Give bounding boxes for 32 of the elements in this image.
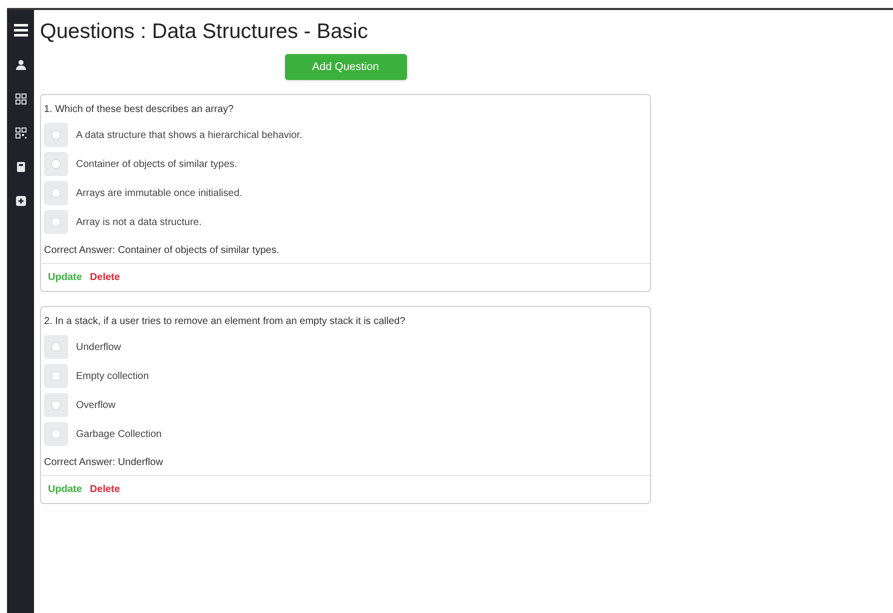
qr-code-icon[interactable] [14, 127, 26, 139]
update-link[interactable]: Update [48, 482, 82, 497]
option-label: Overflow [76, 398, 116, 412]
radio-button[interactable] [44, 364, 68, 388]
book-icon[interactable] [14, 161, 26, 173]
correct-answer: Correct Answer: Container of objects of similar types. [43, 244, 280, 258]
add-question-button[interactable]: Add Question [284, 54, 406, 80]
radio-button[interactable] [44, 181, 68, 205]
menu-icon[interactable] [14, 24, 28, 37]
update-link[interactable]: Update [48, 270, 82, 285]
radio-button[interactable] [44, 393, 68, 417]
radio-button[interactable] [44, 422, 68, 446]
question-text: 2. In a stack, if a user tries to remove an element from an empty stack it is called? [43, 315, 406, 329]
option-label: Arrays are immutable once initialised. [76, 186, 242, 200]
radio-button[interactable] [44, 210, 68, 234]
option-label: Container of objects of similar types. [76, 158, 238, 172]
page-title: Questions : Data Structures - Basic [40, 19, 368, 45]
correct-answer: Correct Answer: Underflow [43, 456, 164, 470]
radio-button[interactable] [44, 123, 68, 147]
option-label: A data structure that shows a hierarchical behavior. [76, 128, 302, 142]
option-label: Array is not a data structure. [76, 216, 202, 230]
radio-button[interactable] [44, 335, 68, 359]
option-label: Garbage Collection [76, 428, 162, 442]
option-label: Underflow [76, 340, 122, 354]
grid-icon[interactable] [14, 93, 26, 105]
option-label: Empty collection [76, 370, 149, 384]
plus-square-icon[interactable] [14, 195, 26, 207]
user-icon[interactable] [14, 59, 26, 71]
question-text: 1. Which of these best describes an array? [43, 103, 235, 117]
radio-button[interactable] [44, 152, 68, 176]
delete-link[interactable]: Delete [90, 482, 120, 497]
delete-link[interactable]: Delete [90, 270, 120, 285]
